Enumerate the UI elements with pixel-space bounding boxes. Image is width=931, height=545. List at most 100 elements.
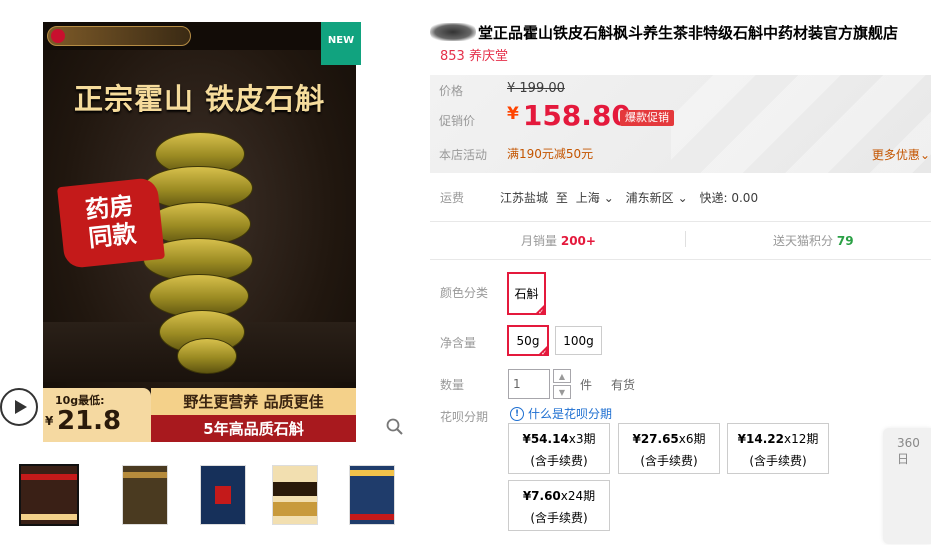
plan-fee: (含手续费) <box>530 511 588 525</box>
divider <box>430 259 931 260</box>
shipping-district-select[interactable]: 浦东新区 ⌄ <box>626 191 692 205</box>
shipping-to: 至 <box>555 191 568 205</box>
thumbnail-image <box>200 465 246 525</box>
shipping-city-select[interactable]: 上海 ⌄ <box>576 191 618 205</box>
promo-price-label: 促销价 <box>439 114 476 128</box>
thumbnail-image <box>272 465 318 525</box>
magnifier-icon <box>386 418 403 435</box>
pharmacy-stamp: 药房 同款 <box>56 176 166 270</box>
image-price-value: 21.8 <box>57 406 122 436</box>
quantity-label: 数量 <box>440 378 465 392</box>
points-value: 79 <box>836 234 854 248</box>
huabei-plan-24[interactable]: ¥7.60x24期 (含手续费) <box>508 480 610 531</box>
shipping-origin: 江苏盐城 <box>500 191 549 205</box>
image-slogan-bottom: 5年高品质石斛 <box>151 415 356 442</box>
chevron-down-icon: ⌄ <box>677 191 688 205</box>
stats-row: 月销量 200+ 送天猫积分 79 <box>430 226 931 256</box>
plan-fee: (含手续费) <box>530 454 588 468</box>
huabei-help-text: 什么是花呗分期 <box>528 407 613 421</box>
chevron-down-icon: ▼ <box>558 387 566 397</box>
activity-label: 本店活动 <box>439 148 488 162</box>
image-headline: 正宗霍山 铁皮石斛 <box>73 82 326 116</box>
plan-amount-line: ¥54.14x3期 <box>509 430 609 447</box>
thumbnail-image <box>19 464 79 526</box>
shipping-value: 江苏盐城 至 上海 ⌄ 浦东新区 ⌄ 快递: 0.00 <box>500 189 762 206</box>
price-label: 价格 <box>439 84 464 98</box>
price-panel: 价格 ¥ 199.00 促销价 ¥158.80 爆款促销 本店活动 满190元减… <box>430 75 931 173</box>
info-icon: ! <box>510 406 524 421</box>
plan-amount-line: ¥27.65x6期 <box>619 430 719 447</box>
sku-weight-100g[interactable]: 100g <box>555 326 602 355</box>
image-price-box: 10g最低: ¥ 21.8 <box>43 388 151 442</box>
promo-badge: 爆款促销 <box>620 110 674 126</box>
brand-seal-icon <box>51 29 65 43</box>
product-title: 堂正品霍山铁皮石斛枫斗养生茶非特级石斛中药材装官方旗舰店 <box>430 22 931 44</box>
stamp-line2: 同款 <box>87 219 138 253</box>
promo-price: ¥158.80 <box>507 99 631 132</box>
product-subtitle: 853 养庆堂 <box>440 49 508 64</box>
more-discount-link[interactable]: 更多优惠⌄ <box>872 146 930 163</box>
product-title-text: 堂正品霍山铁皮石斛枫斗养生茶非特级石斛中药材装官方旗舰店 <box>478 24 899 42</box>
quantity-decrease-button[interactable]: ▼ <box>553 385 571 399</box>
image-price-currency: ¥ <box>45 414 54 428</box>
plan-amount: ¥54.14 <box>522 432 569 446</box>
shipping-district: 浦东新区 <box>625 191 674 205</box>
image-slogan-top: 野生更营养 品质更佳 <box>151 388 356 415</box>
plan-amount: ¥14.22 <box>737 432 784 446</box>
divider <box>430 221 931 222</box>
color-label: 颜色分类 <box>440 286 489 300</box>
thumbnail-1[interactable] <box>19 464 79 526</box>
huabei-plan-12[interactable]: ¥14.22x12期 (含手续费) <box>727 423 829 474</box>
chevron-down-icon: ⌄ <box>919 148 930 162</box>
huabei-label: 花呗分期 <box>440 410 489 424</box>
plan-periods: x3期 <box>568 432 596 446</box>
play-video-button[interactable] <box>0 388 38 426</box>
weight-label: 净含量 <box>440 336 477 350</box>
floating-card-text: 360日 <box>897 436 920 466</box>
shipping-label: 运费 <box>440 191 465 205</box>
image-bottom-banner: 10g最低: ¥ 21.8 野生更营养 品质更佳 5年高品质石斛 <box>43 388 356 442</box>
plan-amount-line: ¥14.22x12期 <box>728 430 828 447</box>
promo-currency: ¥ <box>507 104 519 124</box>
brand-logo <box>47 26 191 46</box>
tmall-points: 送天猫积分 79 <box>773 232 854 249</box>
huabei-help-link[interactable]: ! 什么是花呗分期 <box>510 405 612 422</box>
play-icon <box>15 400 27 414</box>
main-product-image[interactable]: 正宗霍山 铁皮石斛 药房 同款 10g最低: ¥ 21.8 野生更营养 品质更佳… <box>43 22 356 442</box>
points-label: 送天猫积分 <box>773 234 834 248</box>
thumbnail-image <box>122 465 168 525</box>
plan-fee: (含手续费) <box>640 454 698 468</box>
plan-amount-line: ¥7.60x24期 <box>509 487 609 504</box>
shipping-express: 快递: 0.00 <box>699 191 759 205</box>
plan-periods: x12期 <box>783 432 819 446</box>
product-page: 正宗霍山 铁皮石斛 药房 同款 10g最低: ¥ 21.8 野生更营养 品质更佳… <box>0 0 931 545</box>
shipping-city: 上海 <box>575 191 600 205</box>
promo-price-value: 158.80 <box>522 99 631 132</box>
stats-separator <box>685 231 686 247</box>
zoom-button[interactable] <box>385 417 405 437</box>
floating-side-card[interactable]: 360日 <box>883 428 931 544</box>
huabei-plan-6[interactable]: ¥27.65x6期 (含手续费) <box>618 423 720 474</box>
stock-status: 有货 <box>611 378 636 392</box>
thumbnail-5[interactable] <box>342 464 402 526</box>
huabei-plan-3[interactable]: ¥54.14x3期 (含手续费) <box>508 423 610 474</box>
monthly-sales-value: 200+ <box>560 234 596 248</box>
thumbnail-3[interactable] <box>193 464 253 526</box>
plan-amount: ¥7.60 <box>522 489 561 503</box>
chevron-down-icon: ⌄ <box>603 191 614 205</box>
image-top-strip <box>43 22 356 50</box>
monthly-sales: 月销量 200+ <box>521 232 596 249</box>
plan-fee: (含手续费) <box>749 454 807 468</box>
thumbnail-strip <box>19 464 399 526</box>
activity-text[interactable]: 满190元减50元 <box>507 145 593 162</box>
quantity-increase-button[interactable]: ▲ <box>553 369 571 383</box>
thumbnail-image <box>349 465 395 525</box>
thumbnail-2[interactable] <box>115 464 175 526</box>
plan-amount: ¥27.65 <box>632 432 679 446</box>
new-tag: NEW <box>321 22 361 65</box>
quantity-input[interactable]: 1 <box>508 369 550 399</box>
sku-weight-50g[interactable]: 50g <box>507 325 549 357</box>
sku-color-option[interactable]: 石斛 <box>507 272 546 316</box>
more-discount-label: 更多优惠 <box>871 148 920 162</box>
thumbnail-4[interactable] <box>265 464 325 526</box>
